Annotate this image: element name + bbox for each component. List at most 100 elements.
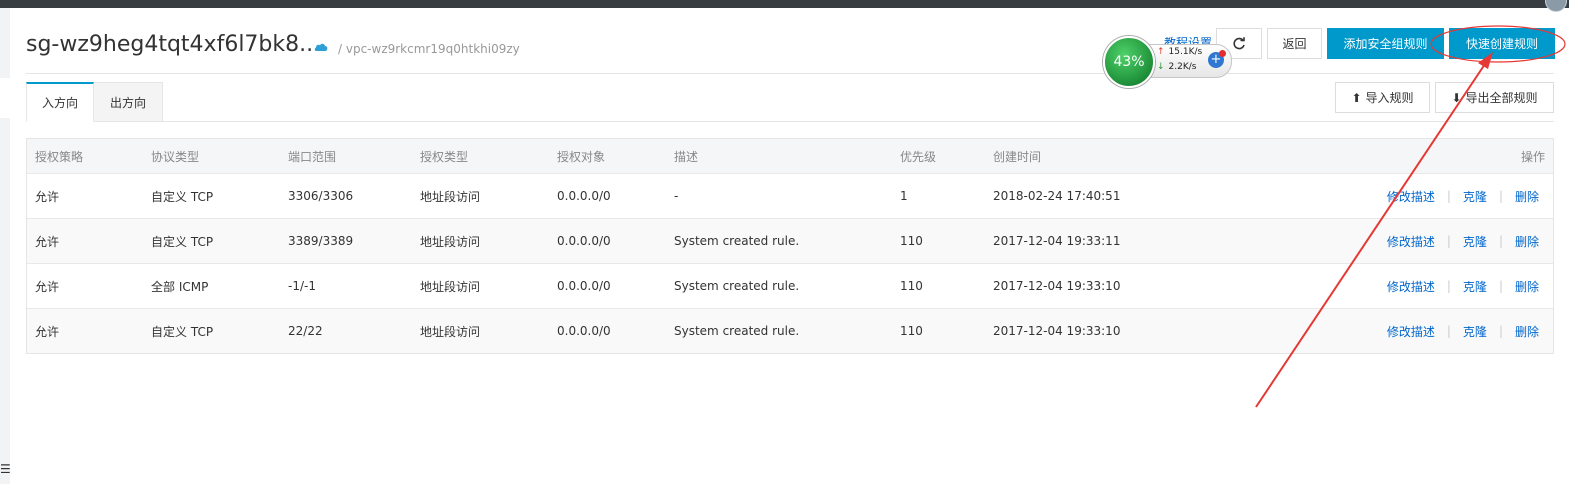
separator: | [1446, 324, 1451, 338]
cell-description: System created rule. [674, 324, 800, 338]
header-divider [26, 73, 1554, 74]
cell-priority: 1 [900, 189, 908, 203]
page-title: sg-wz9heg4tqt4xf6l7bk8... [26, 32, 321, 57]
col-header-protocol: 协议类型 [151, 149, 200, 164]
table-row: 允许 全部 ICMP -1/-1 地址段访问 0.0.0.0/0 System … [27, 263, 1553, 308]
cell-description: System created rule. [674, 279, 800, 293]
separator: | [1446, 189, 1451, 203]
table-header-row: 授权策略 协议类型 端口范围 授权类型 授权对象 描述 优先级 创建时间 操作 [27, 139, 1553, 173]
cell-policy: 允许 [35, 234, 60, 249]
tab-inbound[interactable]: 入方向 [26, 82, 94, 122]
clone-link[interactable]: 克隆 [1463, 323, 1487, 340]
back-button[interactable]: 返回 [1267, 28, 1322, 59]
clone-link[interactable]: 克隆 [1463, 188, 1487, 205]
separator: | [1446, 279, 1451, 293]
cell-policy: 允许 [35, 189, 60, 204]
separator: | [1498, 324, 1503, 338]
cell-description: System created rule. [674, 234, 800, 248]
cell-auth-type: 地址段访问 [420, 189, 481, 204]
download-icon: ⬇ [1451, 90, 1462, 105]
add-security-rule-button[interactable]: 添加安全组规则 [1327, 28, 1444, 59]
cell-protocol: 自定义 TCP [151, 324, 214, 339]
cell-auth-type: 地址段访问 [420, 279, 481, 294]
clone-link[interactable]: 克隆 [1463, 233, 1487, 250]
cell-created: 2017-12-04 19:33:11 [993, 234, 1121, 248]
clone-link[interactable]: 克隆 [1463, 278, 1487, 295]
cell-protocol: 自定义 TCP [151, 234, 214, 249]
table-body: 允许 自定义 TCP 3306/3306 地址段访问 0.0.0.0/0 - 1… [27, 173, 1553, 353]
user-avatar[interactable] [1545, 0, 1567, 12]
cell-auth-type: 地址段访问 [420, 324, 481, 339]
import-rules-label: 导入规则 [1365, 91, 1414, 105]
col-header-created: 创建时间 [993, 149, 1042, 164]
cell-priority: 110 [900, 234, 923, 248]
import-rules-button[interactable]: ⬆ 导入规则 [1335, 82, 1430, 113]
upload-speed-value: 15.1K/s [1168, 47, 1203, 57]
cell-policy: 允许 [35, 324, 60, 339]
cell-port: 22/22 [288, 324, 323, 338]
col-header-auth-type: 授权类型 [420, 149, 469, 164]
cell-policy: 允许 [35, 279, 60, 294]
row-actions: 修改描述 | 克隆 | 删除 [1387, 174, 1539, 218]
menu-icon[interactable]: ☰ [0, 462, 11, 476]
col-header-priority: 优先级 [900, 149, 937, 164]
table-row: 允许 自定义 TCP 22/22 地址段访问 0.0.0.0/0 System … [27, 308, 1553, 353]
cell-protocol: 全部 ICMP [151, 279, 209, 294]
edit-description-link[interactable]: 修改描述 [1387, 323, 1435, 340]
col-header-description: 描述 [674, 149, 699, 164]
left-sidebar-notch [0, 78, 10, 118]
separator: | [1498, 279, 1503, 293]
network-speed-widget[interactable]: 43% ↑ 15.1K/s ↓ 2.2K/s + [1103, 36, 1235, 88]
quick-create-rule-button[interactable]: 快速创建规则 [1449, 28, 1555, 59]
vpc-id[interactable]: / vpc-wz9rkcmr19q0htkhi09zy [338, 42, 520, 56]
cell-description: - [674, 189, 679, 203]
upload-speed: ↑ 15.1K/s [1157, 47, 1202, 57]
edit-description-link[interactable]: 修改描述 [1387, 188, 1435, 205]
col-header-target: 授权对象 [557, 149, 606, 164]
col-header-actions: 操作 [1520, 149, 1545, 164]
tab-outbound[interactable]: 出方向 [94, 82, 163, 122]
cell-priority: 110 [900, 324, 923, 338]
download-speed-value: 2.2K/s [1168, 62, 1197, 72]
delete-link[interactable]: 删除 [1515, 188, 1539, 205]
separator: | [1446, 234, 1451, 248]
cell-protocol: 自定义 TCP [151, 189, 214, 204]
cell-target: 0.0.0.0/0 [557, 324, 611, 338]
tabs-divider [26, 121, 1554, 122]
export-all-rules-label: 导出全部规则 [1465, 91, 1538, 105]
usage-percent-gauge: 43% [1103, 36, 1155, 88]
col-header-port: 端口范围 [288, 149, 337, 164]
security-rules-table: 授权策略 协议类型 端口范围 授权类型 授权对象 描述 优先级 创建时间 操作 … [26, 138, 1554, 354]
edit-description-link[interactable]: 修改描述 [1387, 233, 1435, 250]
row-actions: 修改描述 | 克隆 | 删除 [1387, 264, 1539, 308]
cell-port: 3389/3389 [288, 234, 354, 248]
separator: | [1498, 234, 1503, 248]
top-navigation-bar [0, 0, 1569, 12]
delete-link[interactable]: 删除 [1515, 233, 1539, 250]
download-speed: ↓ 2.2K/s [1157, 62, 1196, 72]
export-all-rules-button[interactable]: ⬇ 导出全部规则 [1435, 82, 1554, 113]
table-row: 允许 自定义 TCP 3306/3306 地址段访问 0.0.0.0/0 - 1… [27, 173, 1553, 218]
cell-port: -1/-1 [288, 279, 316, 293]
cell-target: 0.0.0.0/0 [557, 189, 611, 203]
cloud-icon [314, 43, 328, 51]
notification-dot [1219, 50, 1226, 57]
separator: | [1498, 189, 1503, 203]
arrow-up-icon: ↑ [1157, 47, 1165, 57]
table-row: 允许 自定义 TCP 3389/3389 地址段访问 0.0.0.0/0 Sys… [27, 218, 1553, 263]
cell-created: 2017-12-04 19:33:10 [993, 324, 1121, 338]
cell-created: 2017-12-04 19:33:10 [993, 279, 1121, 293]
delete-link[interactable]: 删除 [1515, 278, 1539, 295]
cell-created: 2018-02-24 17:40:51 [993, 189, 1121, 203]
upload-icon: ⬆ [1351, 90, 1362, 105]
row-actions: 修改描述 | 克隆 | 删除 [1387, 219, 1539, 263]
cell-target: 0.0.0.0/0 [557, 279, 611, 293]
row-actions: 修改描述 | 克隆 | 删除 [1387, 309, 1539, 353]
cell-target: 0.0.0.0/0 [557, 234, 611, 248]
edit-description-link[interactable]: 修改描述 [1387, 278, 1435, 295]
cell-port: 3306/3306 [288, 189, 354, 203]
arrow-down-icon: ↓ [1157, 62, 1165, 72]
cell-priority: 110 [900, 279, 923, 293]
delete-link[interactable]: 删除 [1515, 323, 1539, 340]
cell-auth-type: 地址段访问 [420, 234, 481, 249]
